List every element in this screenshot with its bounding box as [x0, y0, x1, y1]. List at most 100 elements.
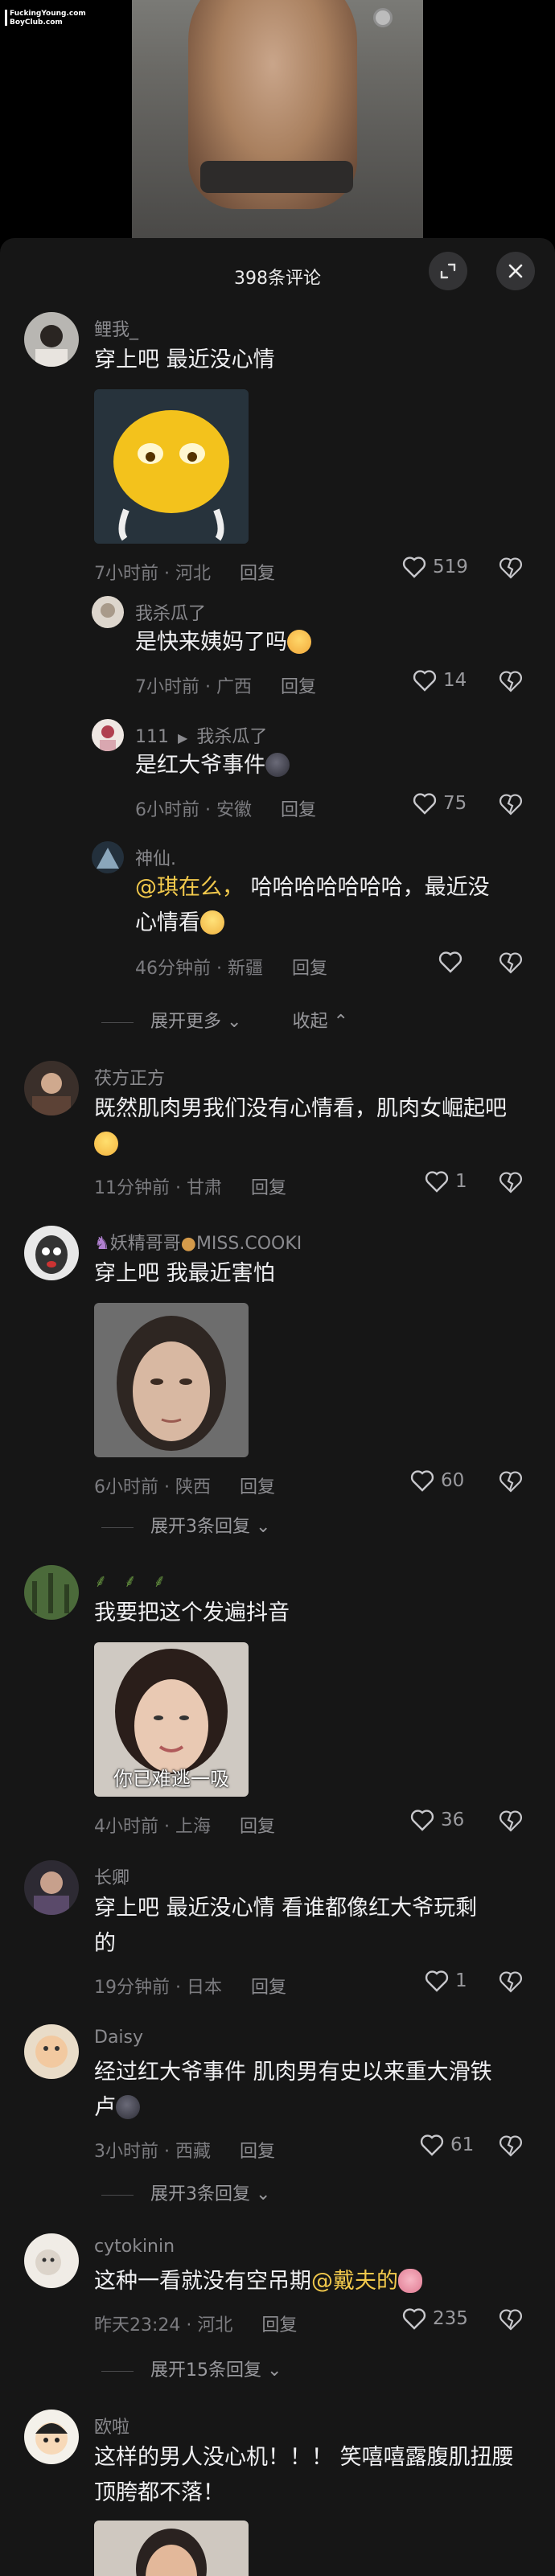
expand-button[interactable]	[429, 252, 467, 290]
heart-icon	[402, 557, 426, 578]
expand-replies-button[interactable]: 展开3条回复 ⌄	[150, 1517, 270, 1537]
collapse-label: 收起	[292, 1012, 328, 1032]
comment-text-line-2: 卢	[94, 2090, 140, 2126]
dislike-icon[interactable]	[499, 793, 523, 816]
comment-username[interactable]: 神仙.	[135, 844, 176, 870]
avatar[interactable]	[24, 1226, 79, 1280]
comment-time-location: 4小时前 · 上海	[94, 1817, 211, 1837]
comment-image[interactable]	[94, 389, 249, 544]
like-button[interactable]: 1	[425, 1970, 467, 1992]
dislike-icon[interactable]	[499, 951, 523, 974]
reply-button[interactable]: 回复	[292, 959, 327, 979]
comment-username[interactable]: 我杀瓜了	[135, 599, 206, 625]
chevron-down-icon: ⌄	[267, 2360, 282, 2381]
dislike-icon[interactable]	[499, 1171, 523, 1194]
close-button[interactable]	[496, 252, 535, 290]
heart-icon	[413, 670, 437, 692]
comment-text-line-2: 心情看	[135, 906, 224, 941]
reply-author[interactable]: 111	[135, 727, 169, 747]
dislike-icon[interactable]	[499, 2308, 523, 2331]
reply-button[interactable]: 回复	[240, 564, 275, 584]
dislike-icon[interactable]	[499, 670, 523, 692]
comment-username[interactable]: 111 ▶ 我杀瓜了	[135, 722, 267, 748]
like-button[interactable]: 61	[420, 2134, 474, 2156]
expand-replies-row: 展开15条回复 ⌄	[101, 2356, 282, 2381]
avatar[interactable]	[24, 2024, 79, 2079]
like-button[interactable]: 14	[413, 669, 467, 692]
comment-username[interactable]: ⸙⸙⸙	[94, 1568, 183, 1592]
reply-button[interactable]: 回复	[240, 1477, 275, 1498]
comment-meta: 7小时前 · 河北 回复	[94, 559, 275, 585]
comment-username[interactable]: 欧啦	[94, 2413, 130, 2438]
avatar[interactable]	[24, 2233, 79, 2288]
reply-button[interactable]: 回复	[240, 1817, 275, 1837]
expand-icon	[440, 263, 456, 279]
like-button[interactable]	[438, 951, 462, 973]
comment-image[interactable]	[94, 1303, 249, 1457]
like-button[interactable]: 235	[402, 2307, 468, 2330]
avatar[interactable]	[24, 1860, 79, 1915]
reply-button[interactable]: 回复	[240, 2142, 275, 2162]
comment-text-body: 是快来姨妈了吗	[135, 630, 287, 655]
comment-username[interactable]: ♞妖精哥哥●MISS.COOKI	[94, 1229, 302, 1255]
dislike-icon[interactable]	[499, 1970, 523, 1993]
dislike-icon[interactable]	[499, 1810, 523, 1832]
comment-text: 穿上吧 最近没心情	[94, 347, 275, 372]
comment-username[interactable]: 长卿	[94, 1863, 130, 1889]
chevron-up-icon: ⌃	[333, 1012, 348, 1032]
expand-more-button[interactable]: 展开更多 ⌄	[150, 1012, 241, 1032]
comment-text: 经过红大爷事件 肌肉男有史以来重大滑铁	[94, 2060, 492, 2085]
divider-line	[101, 1526, 134, 1528]
comment-username[interactable]: cytokinin	[94, 2237, 175, 2257]
chevron-down-icon: ⌄	[227, 1012, 242, 1032]
avatar[interactable]	[24, 2410, 79, 2464]
reply-button[interactable]: 回复	[281, 800, 316, 820]
like-button[interactable]: 75	[413, 792, 467, 815]
dislike-icon[interactable]	[499, 557, 523, 579]
video-frame	[132, 0, 423, 238]
comment-username[interactable]: 鲤我_	[94, 315, 138, 341]
like-button[interactable]: 1	[425, 1170, 467, 1193]
plant-icon: ⸙⸙⸙	[94, 1571, 183, 1592]
video-belt	[200, 161, 353, 193]
comment-count-title: 398条评论	[234, 269, 321, 289]
video-player[interactable]: FuckingYoung.com BoyClub.com	[0, 0, 555, 238]
comment-image[interactable]	[94, 2521, 249, 2576]
reply-button[interactable]: 回复	[261, 2315, 297, 2336]
like-count: 1	[455, 1970, 467, 1991]
avatar[interactable]	[92, 596, 124, 628]
dislike-icon[interactable]	[499, 1470, 523, 1493]
reply-button[interactable]: 回复	[281, 677, 316, 697]
comment-time-location: 6小时前 · 陕西	[94, 1477, 211, 1498]
avatar[interactable]	[24, 1061, 79, 1115]
reply-button[interactable]: 回复	[251, 1178, 286, 1198]
comment-text: 穿上吧 我最近害怕	[94, 1261, 275, 1286]
comment-meta: 46分钟前 · 新疆 回复	[135, 954, 327, 980]
collapse-button[interactable]: 收起 ⌃	[292, 1012, 347, 1032]
expand-replies-button[interactable]: 展开15条回复 ⌄	[150, 2360, 282, 2381]
mention-link[interactable]: @琪在么，	[135, 875, 244, 900]
comment-text: 这样的男人没心机！！！ 笑嘻嘻露腹肌扭腰	[94, 2445, 514, 2470]
like-button[interactable]: 60	[410, 1469, 464, 1492]
comment-text-body-2: 心情看	[135, 910, 200, 935]
expand-replies-label: 展开3条回复	[150, 2184, 250, 2204]
reply-button[interactable]: 回复	[251, 1978, 286, 1998]
dislike-icon[interactable]	[499, 2134, 523, 2157]
avatar[interactable]	[24, 1565, 79, 1620]
comment-username[interactable]: Daisy	[94, 2028, 143, 2048]
divider-line	[101, 1021, 134, 1023]
like-button[interactable]: 36	[410, 1809, 464, 1831]
comment-text: 穿上吧 最近没心情 看谁都像红大爷玩剩	[94, 1896, 478, 1921]
avatar[interactable]	[92, 841, 124, 873]
reply-target[interactable]: 我杀瓜了	[196, 727, 267, 747]
comment-username[interactable]: 茯方正方	[94, 1064, 165, 1090]
expand-replies-button[interactable]: 展开3条回复 ⌄	[150, 2184, 270, 2204]
comment-image[interactable]: 你已难逃一吸	[94, 1642, 249, 1797]
chevron-down-icon: ⌄	[256, 2184, 271, 2204]
comment-meta: 19分钟前 · 日本 回复	[94, 1973, 286, 1999]
heart-icon	[402, 2308, 426, 2330]
avatar[interactable]	[92, 719, 124, 751]
like-button[interactable]: 519	[402, 556, 468, 578]
mention-link[interactable]: @戴夫的	[311, 2269, 398, 2294]
avatar[interactable]	[24, 312, 79, 367]
